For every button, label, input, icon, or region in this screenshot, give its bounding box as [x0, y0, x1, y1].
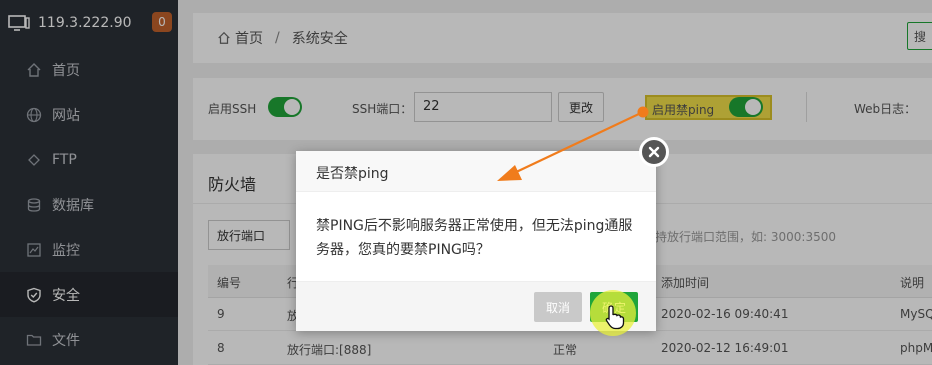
annotation-arrow	[497, 106, 649, 181]
